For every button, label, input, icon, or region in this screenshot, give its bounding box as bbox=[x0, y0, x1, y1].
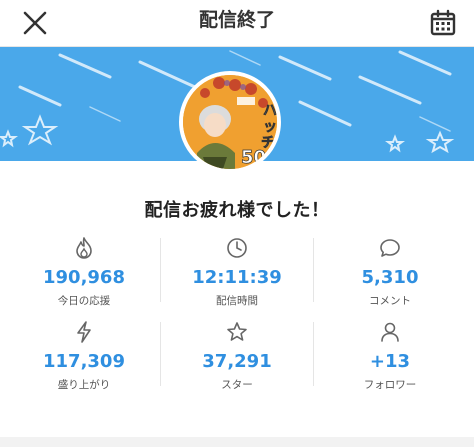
user-icon bbox=[314, 318, 466, 346]
calendar-icon[interactable] bbox=[426, 6, 460, 40]
stat-value: 12:11:39 bbox=[192, 267, 282, 288]
stat-label: コメント bbox=[369, 295, 411, 307]
svg-text:ッ: ッ bbox=[263, 119, 277, 135]
stat-value: 117,309 bbox=[43, 351, 125, 372]
stat-followers: +13 フォロワー bbox=[314, 318, 466, 400]
avatar: ハ ッ チ 50 bbox=[179, 71, 281, 173]
star-icon bbox=[161, 318, 313, 346]
stat-label: フォロワー bbox=[363, 379, 417, 391]
clock-icon bbox=[161, 234, 313, 262]
stat-support: 190,968 今日の応援 bbox=[8, 234, 160, 316]
lightning-icon bbox=[8, 318, 160, 346]
stat-comments: 5,310 コメント bbox=[314, 234, 466, 316]
stat-label: 配信時間 bbox=[216, 295, 258, 307]
stat-value: 37,291 bbox=[202, 351, 272, 372]
comment-icon bbox=[314, 234, 466, 262]
header-bar: 配信終了 bbox=[0, 0, 474, 47]
bottom-divider bbox=[0, 437, 474, 447]
stat-label: 盛り上がり bbox=[57, 379, 111, 391]
stat-value: +13 bbox=[369, 351, 411, 372]
flame-icon bbox=[8, 234, 160, 262]
stat-duration: 12:11:39 配信時間 bbox=[161, 234, 313, 316]
stat-label: 今日の応援 bbox=[57, 295, 111, 307]
stat-value: 5,310 bbox=[361, 267, 419, 288]
stat-value: 190,968 bbox=[43, 267, 125, 288]
stats-grid: 190,968 今日の応援 12:11:39 配信時間 5,310 コメント 1… bbox=[8, 230, 466, 402]
svg-text:ハ: ハ bbox=[263, 103, 277, 119]
stat-label: スター bbox=[221, 379, 253, 391]
stat-stars: 37,291 スター bbox=[161, 318, 313, 400]
page-title: 配信終了 bbox=[198, 9, 275, 31]
thank-you-message: 配信お疲れ様でした！ bbox=[144, 200, 330, 221]
stat-excitement: 117,309 盛り上がり bbox=[8, 318, 160, 400]
svg-text:50: 50 bbox=[241, 147, 266, 168]
